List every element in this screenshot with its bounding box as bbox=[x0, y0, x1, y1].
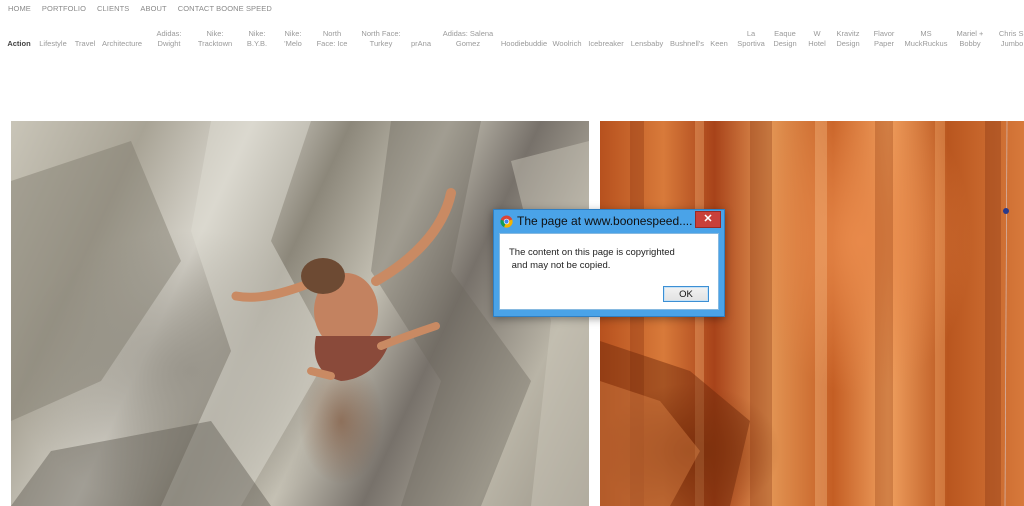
dialog-message: The content on this page is copyrighted … bbox=[509, 247, 675, 271]
category-item[interactable]: MS MuckRuckus bbox=[905, 29, 948, 48]
category-item[interactable]: W Hotel bbox=[808, 29, 826, 48]
close-icon: ✕ bbox=[703, 213, 713, 225]
category-item[interactable]: Woolrich bbox=[552, 39, 581, 49]
nav-home[interactable]: HOME bbox=[8, 4, 31, 13]
nav-contact[interactable]: CONTACT BOONE SPEED bbox=[178, 4, 272, 13]
category-item[interactable]: Kravitz Design bbox=[836, 29, 859, 48]
top-nav: HOME PORTFOLIO CLIENTS ABOUT CONTACT BOO… bbox=[8, 4, 283, 13]
category-item[interactable]: Chris Sl Jumbo bbox=[999, 29, 1024, 48]
category-item[interactable]: Lifestyle bbox=[39, 39, 67, 49]
category-item[interactable]: Nike: 'Melo bbox=[284, 29, 302, 48]
category-item[interactable]: Adidas: Salena Gomez bbox=[443, 29, 493, 48]
category-item[interactable]: prAna bbox=[411, 39, 431, 49]
ok-button[interactable]: OK bbox=[663, 286, 709, 302]
category-item[interactable]: Action bbox=[7, 39, 30, 49]
nav-about[interactable]: ABOUT bbox=[140, 4, 166, 13]
category-item[interactable]: Architecture bbox=[102, 39, 142, 49]
category-item[interactable]: Icebreaker bbox=[588, 39, 623, 49]
category-item[interactable]: Hoodiebuddie bbox=[501, 39, 547, 49]
category-item[interactable]: Travel bbox=[75, 39, 96, 49]
alert-dialog: The page at www.boonespeed.... ✕ The con… bbox=[493, 209, 725, 317]
category-nav: Action Lifestyle Travel Architecture Adidas:… bbox=[0, 29, 1024, 53]
nav-portfolio[interactable]: PORTFOLIO bbox=[42, 4, 86, 13]
category-item[interactable]: North Face: Turkey bbox=[361, 29, 400, 48]
category-item[interactable]: Mariel + Bobby bbox=[957, 29, 984, 48]
nav-clients[interactable]: CLIENTS bbox=[97, 4, 129, 13]
category-item[interactable]: Bushnell's bbox=[670, 39, 704, 49]
category-item[interactable]: Eaque Design bbox=[773, 29, 796, 48]
category-item[interactable]: Nike: Tracktown bbox=[198, 29, 232, 48]
dialog-title: The page at www.boonespeed.... bbox=[517, 214, 693, 228]
category-item[interactable]: La Sportiva bbox=[737, 29, 765, 48]
dialog-titlebar[interactable]: The page at www.boonespeed.... ✕ bbox=[494, 210, 724, 233]
close-button[interactable]: ✕ bbox=[695, 211, 721, 228]
category-item[interactable]: Lensbaby bbox=[631, 39, 664, 49]
category-item[interactable]: Nike: B.Y.B. bbox=[247, 29, 267, 48]
category-item[interactable]: Keen bbox=[710, 39, 728, 49]
dialog-body: The content on this page is copyrighted … bbox=[499, 233, 719, 310]
category-item[interactable]: Flavor Paper bbox=[874, 29, 895, 48]
chrome-icon bbox=[500, 215, 513, 228]
category-item[interactable]: North Face: Ice bbox=[317, 29, 348, 48]
category-item[interactable]: Adidas: Dwight bbox=[156, 29, 181, 48]
